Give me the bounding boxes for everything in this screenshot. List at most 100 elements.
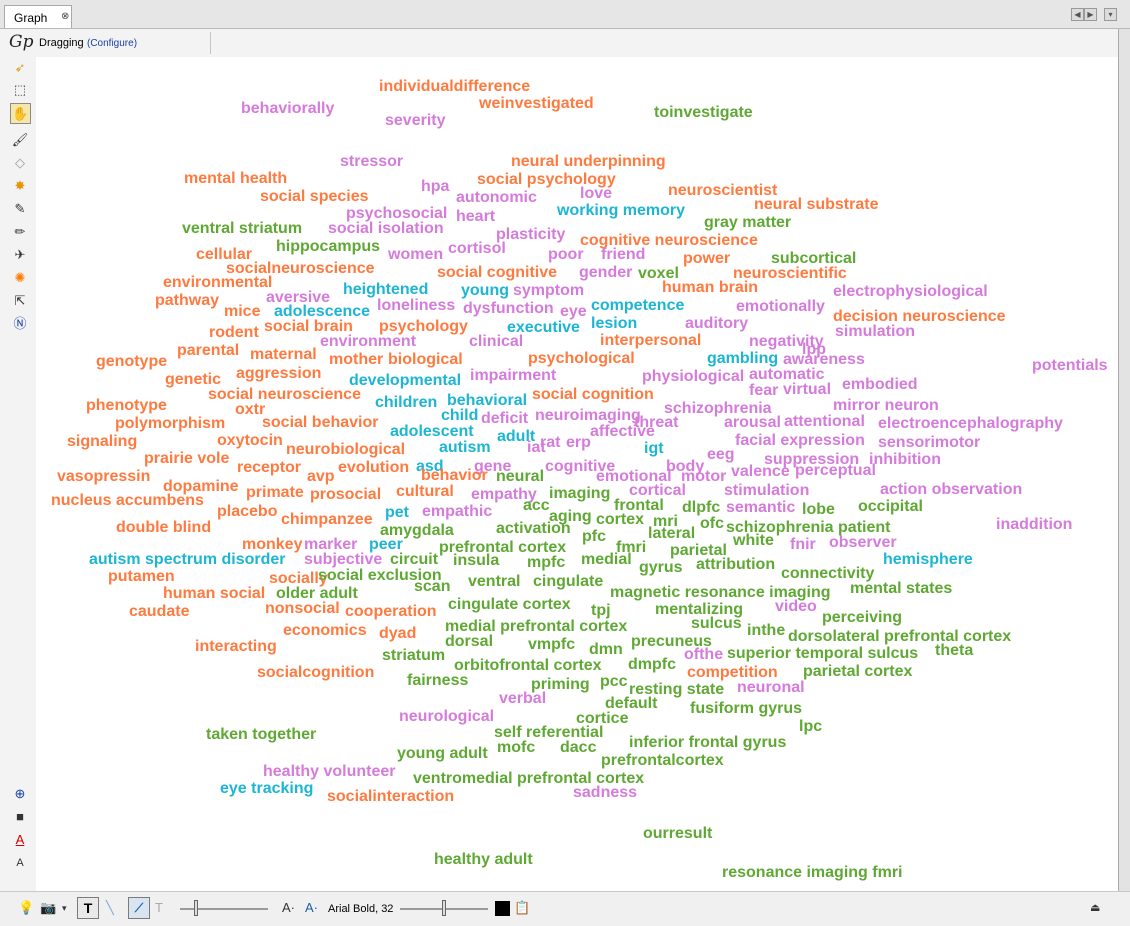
node-label[interactable]: acc xyxy=(523,497,550,514)
node-label[interactable]: autism xyxy=(439,439,491,456)
node-label[interactable]: theta xyxy=(935,642,973,659)
node-label[interactable]: neural xyxy=(496,468,544,485)
edge-pencil-icon[interactable]: ✏ xyxy=(11,223,29,241)
node-label[interactable]: developmental xyxy=(349,372,461,389)
screenshot-dropdown-icon[interactable]: ▾ xyxy=(62,903,67,914)
node-label[interactable]: verbal xyxy=(499,690,546,707)
node-label[interactable]: human social xyxy=(163,585,265,602)
rectangle-select-icon[interactable]: ⬚ xyxy=(11,81,29,99)
node-label[interactable]: valence xyxy=(731,463,790,480)
node-label[interactable]: inhibition xyxy=(869,451,941,468)
node-label[interactable]: healthy volunteer xyxy=(263,763,395,780)
graph-canvas[interactable]: individualdifference weinvestigated behavi… xyxy=(36,57,1118,891)
node-label[interactable]: loneliness xyxy=(377,297,455,314)
size-icon[interactable]: ✸ xyxy=(11,177,29,195)
node-label[interactable]: signaling xyxy=(67,433,137,450)
node-label[interactable]: social cognitive xyxy=(437,264,557,281)
node-label[interactable]: electroencephalography xyxy=(878,415,1063,432)
node-label[interactable]: biological xyxy=(388,351,463,368)
node-label[interactable]: inaddition xyxy=(996,516,1072,533)
node-label[interactable]: prosocial xyxy=(310,486,381,503)
node-label[interactable]: rodent xyxy=(209,324,259,341)
node-label[interactable]: emotionally xyxy=(736,298,825,315)
node-label[interactable]: virtual xyxy=(783,381,831,398)
node-label[interactable]: neural substrate xyxy=(754,196,879,213)
node-label[interactable]: dysfunction xyxy=(463,300,554,317)
screenshot-icon[interactable]: 📷 xyxy=(40,900,56,916)
neighbors-icon[interactable]: Ⓝ xyxy=(11,315,29,333)
node-label[interactable]: dorsal xyxy=(445,633,493,650)
node-label[interactable]: competence xyxy=(591,297,684,314)
node-label[interactable]: occipital xyxy=(858,498,923,515)
node-label[interactable]: scan xyxy=(414,578,450,595)
node-label[interactable]: superior temporal sulcus xyxy=(727,645,918,662)
node-label[interactable]: perceptual xyxy=(795,462,876,479)
node-label[interactable]: circuit xyxy=(390,551,439,568)
node-label[interactable]: eye xyxy=(560,303,587,320)
font-size-increase[interactable]: A· xyxy=(305,900,318,915)
node-label[interactable]: heart xyxy=(456,208,496,225)
node-label[interactable]: neuronal xyxy=(737,679,805,696)
node-label[interactable]: dmpfc xyxy=(628,656,676,673)
node-label[interactable]: vasopressin xyxy=(57,468,150,485)
node-label[interactable]: mpfc xyxy=(527,554,565,571)
edge-icon[interactable]: ╲ xyxy=(106,900,114,916)
node-label[interactable]: attentional xyxy=(784,413,865,430)
node-label[interactable]: oxtr xyxy=(235,401,265,418)
node-label[interactable]: children xyxy=(375,394,437,411)
minimize-icon[interactable]: ▾ xyxy=(1104,8,1117,21)
tab-graph[interactable]: Graph ⊗ xyxy=(4,5,72,28)
drag-hand-icon[interactable]: ✋ xyxy=(10,103,31,124)
node-label[interactable]: striatum xyxy=(382,647,445,664)
node-label[interactable]: perceiving xyxy=(822,609,902,626)
node-label[interactable]: physiological xyxy=(642,368,744,385)
node-labels-toggle[interactable]: T xyxy=(77,897,99,919)
label-color-swatch[interactable] xyxy=(495,901,510,916)
node-label[interactable]: motor xyxy=(681,468,726,485)
node-label[interactable]: hemisphere xyxy=(883,551,973,568)
node-label[interactable]: power xyxy=(683,250,730,267)
node-label[interactable]: nonsocial xyxy=(265,600,340,617)
edge-color-toggle[interactable]: ⟋ xyxy=(128,897,150,919)
zoom-icon[interactable]: ⊕ xyxy=(11,785,29,803)
node-label[interactable]: gyrus xyxy=(639,559,683,576)
node-label[interactable]: cingulate cortex xyxy=(448,596,571,613)
node-label[interactable]: vmpfc xyxy=(528,636,575,653)
node-label[interactable]: fusiform gyrus xyxy=(690,700,802,717)
node-label[interactable]: chimpanzee xyxy=(281,511,373,528)
node-label[interactable]: ourresult xyxy=(643,825,713,842)
node-label[interactable]: mental health xyxy=(184,170,287,187)
node-label[interactable]: tpj xyxy=(591,602,611,619)
node-label[interactable]: individualdifference xyxy=(379,78,530,95)
paste-icon[interactable]: 📋 xyxy=(514,900,530,916)
node-label[interactable]: prefrontalcortex xyxy=(601,752,724,769)
node-label[interactable]: eye tracking xyxy=(220,780,313,797)
node-label[interactable]: fnir xyxy=(790,536,816,553)
label-color-icon[interactable]: A xyxy=(11,831,29,849)
node-label[interactable]: dorsolateral prefrontal cortex xyxy=(788,628,1011,645)
node-label[interactable]: simulation xyxy=(835,323,915,340)
node-label[interactable]: behavior xyxy=(421,467,488,484)
node-label[interactable]: medial xyxy=(581,551,632,568)
node-label[interactable]: putamen xyxy=(108,568,175,585)
node-label[interactable]: fairness xyxy=(407,672,468,689)
node-label[interactable]: friend xyxy=(601,246,645,263)
node-label[interactable]: genotype xyxy=(96,353,167,370)
shortest-path-icon[interactable]: ✈ xyxy=(11,246,29,264)
node-label[interactable]: igt xyxy=(644,440,664,457)
node-label[interactable]: sadness xyxy=(573,784,637,801)
node-label[interactable]: stimulation xyxy=(724,482,809,499)
node-label[interactable]: behaviorally xyxy=(241,100,334,117)
node-label[interactable]: parietal cortex xyxy=(803,663,912,680)
node-label[interactable]: socialinteraction xyxy=(327,788,454,805)
node-label[interactable]: clinical xyxy=(469,333,523,350)
edit-icon[interactable]: ⇱ xyxy=(11,292,29,310)
node-label[interactable]: severity xyxy=(385,112,446,129)
node-label[interactable]: cooperation xyxy=(345,603,437,620)
node-label[interactable]: social species xyxy=(260,188,369,205)
node-label[interactable]: prairie vole xyxy=(144,450,229,467)
node-label[interactable]: mother xyxy=(329,351,383,368)
tab-close-icon[interactable]: ⊗ xyxy=(61,11,69,22)
node-label[interactable]: primate xyxy=(246,484,304,501)
node-label[interactable]: lobe xyxy=(802,501,835,518)
